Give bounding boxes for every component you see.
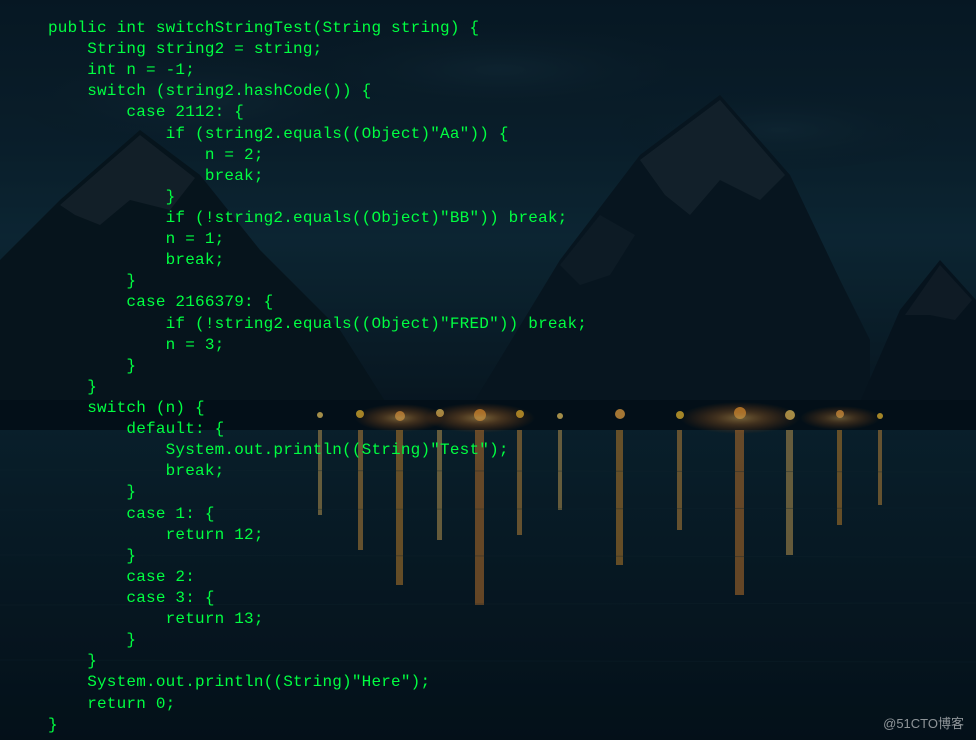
code-line: return 13; bbox=[48, 609, 976, 630]
code-block: public int switchStringTest(String strin… bbox=[0, 0, 976, 736]
code-line: int n = -1; bbox=[48, 60, 976, 81]
code-line: case 3: { bbox=[48, 588, 976, 609]
code-line: System.out.println((String)"Test"); bbox=[48, 440, 976, 461]
code-line: case 1: { bbox=[48, 504, 976, 525]
watermark: @51CTO博客 bbox=[883, 715, 964, 732]
code-line: break; bbox=[48, 166, 976, 187]
code-line: } bbox=[48, 377, 976, 398]
code-line: n = 1; bbox=[48, 229, 976, 250]
code-line: case 2: bbox=[48, 567, 976, 588]
code-line: break; bbox=[48, 250, 976, 271]
code-line: if (string2.equals((Object)"Aa")) { bbox=[48, 124, 976, 145]
code-line: } bbox=[48, 271, 976, 292]
code-line: n = 3; bbox=[48, 335, 976, 356]
code-line: switch (string2.hashCode()) { bbox=[48, 81, 976, 102]
code-line: return 0; bbox=[48, 694, 976, 715]
code-line: } bbox=[48, 651, 976, 672]
code-line: } bbox=[48, 715, 976, 736]
code-line: default: { bbox=[48, 419, 976, 440]
code-line: case 2112: { bbox=[48, 102, 976, 123]
code-line: break; bbox=[48, 461, 976, 482]
code-line: } bbox=[48, 482, 976, 503]
code-line: System.out.println((String)"Here"); bbox=[48, 672, 976, 693]
code-line: if (!string2.equals((Object)"BB")) break… bbox=[48, 208, 976, 229]
code-line: } bbox=[48, 187, 976, 208]
code-line: } bbox=[48, 356, 976, 377]
code-line: String string2 = string; bbox=[48, 39, 976, 60]
code-line: if (!string2.equals((Object)"FRED")) bre… bbox=[48, 314, 976, 335]
code-line: public int switchStringTest(String strin… bbox=[48, 18, 976, 39]
code-line: n = 2; bbox=[48, 145, 976, 166]
code-line: return 12; bbox=[48, 525, 976, 546]
code-line: case 2166379: { bbox=[48, 292, 976, 313]
code-line: } bbox=[48, 630, 976, 651]
code-line: } bbox=[48, 546, 976, 567]
code-line: switch (n) { bbox=[48, 398, 976, 419]
